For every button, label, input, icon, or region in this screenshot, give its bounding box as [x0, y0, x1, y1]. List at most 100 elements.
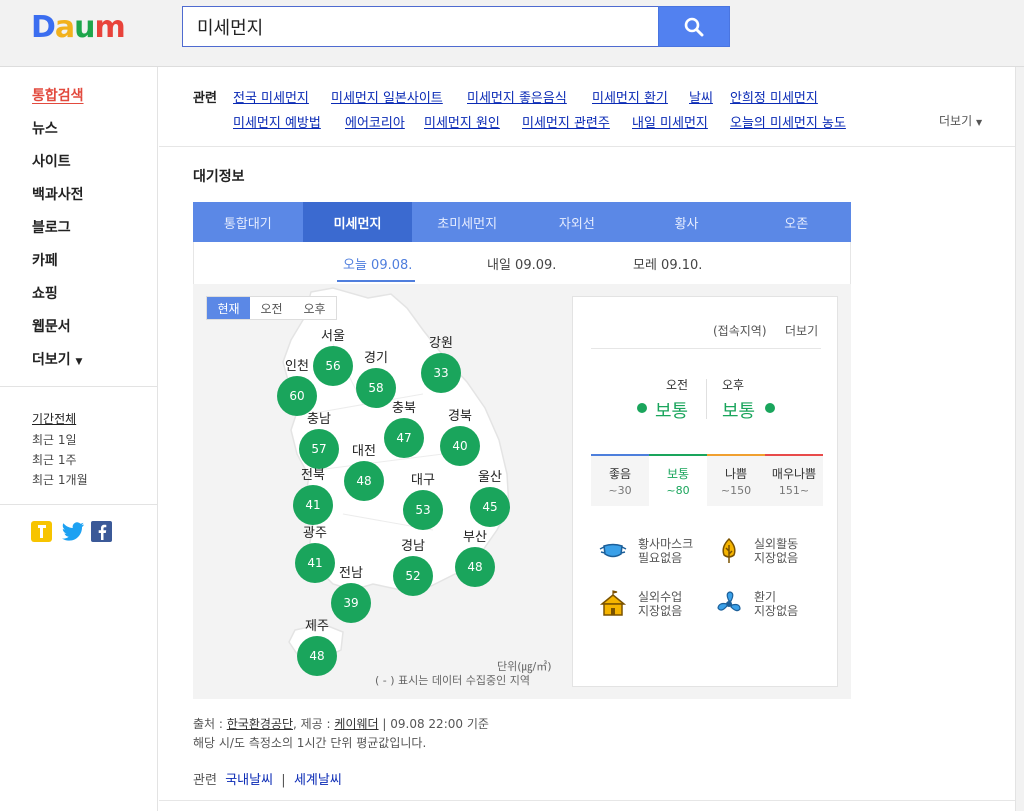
- am-status: 보통: [655, 401, 689, 422]
- related-link[interactable]: 에어코리아: [345, 112, 405, 131]
- source-provider-link[interactable]: 케이웨더: [334, 717, 378, 731]
- scrollbar[interactable]: [1015, 67, 1024, 811]
- grade-range: ~150: [720, 484, 752, 497]
- region-name: 전북: [301, 468, 325, 483]
- region-name: 대전: [352, 444, 376, 459]
- region-incheon[interactable]: 인천 60: [254, 355, 340, 416]
- tab-uv[interactable]: 자외선: [522, 202, 632, 242]
- facebook-icon[interactable]: [91, 521, 112, 542]
- kakaostory-icon[interactable]: [31, 521, 52, 542]
- day-today[interactable]: 오늘 09.08.: [343, 254, 412, 273]
- related-searches: 관련 전국 미세먼지 미세먼지 일본사이트 미세먼지 좋은음식 미세먼지 환기 …: [159, 67, 1015, 147]
- advice-mask: 황사마스크 필요없음: [599, 537, 693, 565]
- advice-title: 환기: [754, 590, 777, 604]
- tab-ozone[interactable]: 오존: [741, 202, 851, 242]
- region-value: 41: [293, 485, 333, 525]
- related-link[interactable]: 전국 미세먼지: [233, 87, 309, 106]
- related-link[interactable]: 오늘의 미세먼지 농도: [730, 112, 846, 131]
- air-info-title: 대기정보: [193, 169, 245, 185]
- search-input[interactable]: [183, 7, 659, 46]
- source-info: 출처 : 한국환경공단, 제공 : 케이웨더 | 09.08 22:00 기준: [193, 715, 489, 732]
- nav-item-more[interactable]: 더보기 ▼: [32, 349, 82, 369]
- logo-letter: u: [74, 10, 95, 45]
- related-label: 관련: [193, 91, 217, 106]
- region-ulsan[interactable]: 울산 45: [447, 466, 533, 527]
- panel-more-link[interactable]: 더보기: [785, 322, 818, 339]
- nav-item-all[interactable]: 통합검색: [32, 85, 84, 105]
- nav-item-blog[interactable]: 블로그: [32, 217, 71, 237]
- nav-item-shopping[interactable]: 쇼핑: [32, 283, 58, 303]
- daum-logo[interactable]: D a u m: [31, 10, 126, 45]
- related-link[interactable]: 미세먼지 일본사이트: [331, 87, 443, 106]
- related-link[interactable]: 미세먼지 관련주: [522, 112, 610, 131]
- twitter-icon[interactable]: [61, 521, 85, 542]
- tab-fine-dust[interactable]: 미세먼지: [302, 202, 413, 242]
- period-1month[interactable]: 최근 1개월: [32, 471, 88, 488]
- tab-ultrafine-dust[interactable]: 초미세먼지: [412, 202, 522, 242]
- advice-status: 지장없음: [638, 604, 683, 618]
- nav-item-encyclopedia[interactable]: 백과사전: [32, 184, 84, 204]
- nav-item-news[interactable]: 뉴스: [32, 118, 58, 138]
- chevron-down-icon: ▼: [75, 357, 83, 367]
- related-link[interactable]: 미세먼지 원인: [424, 112, 500, 131]
- time-toggle-pm[interactable]: 오후: [293, 297, 336, 319]
- tab-integrated-air[interactable]: 통합대기: [193, 202, 303, 242]
- region-name: 충남: [307, 412, 331, 427]
- day-after-tomorrow[interactable]: 모레 09.10.: [633, 254, 702, 273]
- nav-more-label: 더보기: [32, 352, 71, 368]
- related-link[interactable]: 안희정 미세먼지: [730, 87, 818, 106]
- domestic-weather-link[interactable]: 국내날씨: [225, 773, 273, 788]
- source-prefix: 출처 :: [193, 717, 227, 731]
- source-org-link[interactable]: 한국환경공단: [227, 717, 293, 731]
- pm-status: 보통: [722, 401, 756, 422]
- related-link[interactable]: 미세먼지 좋은음식: [467, 87, 567, 106]
- region-jeonbuk[interactable]: 전북 41: [270, 464, 356, 525]
- advice-outdoor: 실외활동 지장없음: [715, 537, 798, 565]
- time-toggle: 현재 오전 오후: [206, 296, 337, 320]
- grade-good: 좋음 ~30: [591, 454, 649, 506]
- region-name: 울산: [478, 470, 502, 485]
- day-tomorrow[interactable]: 내일 09.09.: [487, 254, 556, 273]
- period-all[interactable]: 기간전체: [32, 410, 76, 427]
- region-name: 경기: [364, 351, 388, 366]
- related-link[interactable]: 내일 미세먼지: [632, 112, 708, 131]
- advice-title: 실외수업: [638, 590, 683, 604]
- time-toggle-am[interactable]: 오전: [250, 297, 293, 319]
- am-pm-divider: [706, 379, 707, 419]
- region-value: 52: [393, 556, 433, 596]
- time-toggle-now[interactable]: 현재: [207, 297, 250, 319]
- tab-yellow-dust[interactable]: 황사: [632, 202, 742, 242]
- period-1week[interactable]: 최근 1주: [32, 451, 77, 468]
- grade-range: ~80: [666, 484, 690, 497]
- region-name: 전남: [339, 566, 363, 581]
- active-day-indicator: [337, 280, 415, 282]
- related-link[interactable]: 날씨: [689, 87, 713, 106]
- region-jeonnam[interactable]: 전남 39: [308, 562, 394, 623]
- logo-letter: m: [94, 10, 126, 45]
- nav-item-cafe[interactable]: 카페: [32, 250, 58, 270]
- grade-very-bad: 매우나쁨 151~: [765, 454, 823, 506]
- related-link[interactable]: 미세먼지 예방법: [233, 112, 321, 131]
- region-name: 서울: [321, 329, 345, 344]
- region-value: 48: [455, 547, 495, 587]
- nav-item-webdocs[interactable]: 웹문서: [32, 316, 71, 336]
- region-jeju[interactable]: 제주 48: [274, 615, 360, 676]
- world-weather-link[interactable]: 세계날씨: [294, 773, 342, 788]
- region-gyeongbuk[interactable]: 경북 40: [417, 405, 503, 466]
- related-more-button[interactable]: 더보기 ▼: [939, 112, 982, 129]
- air-tabs: 통합대기 미세먼지 초미세먼지 자외선 황사 오존: [193, 202, 851, 242]
- grade-bad: 나쁨 ~150: [707, 454, 765, 506]
- grade-normal: 보통 ~80: [649, 454, 707, 506]
- period-1day[interactable]: 최근 1일: [32, 431, 77, 448]
- nav-item-site[interactable]: 사이트: [32, 151, 71, 171]
- region-name: 인천: [285, 359, 309, 374]
- source-mid: , 제공 :: [293, 717, 335, 731]
- search-button[interactable]: [658, 6, 730, 47]
- region-value: 48: [297, 636, 337, 676]
- region-busan[interactable]: 부산 48: [432, 526, 518, 587]
- related-link[interactable]: 미세먼지 환기: [592, 87, 668, 106]
- grade-name: 나쁨: [724, 467, 748, 481]
- region-value: 53: [403, 490, 443, 530]
- school-icon: [599, 590, 627, 616]
- nav-divider: [0, 504, 157, 505]
